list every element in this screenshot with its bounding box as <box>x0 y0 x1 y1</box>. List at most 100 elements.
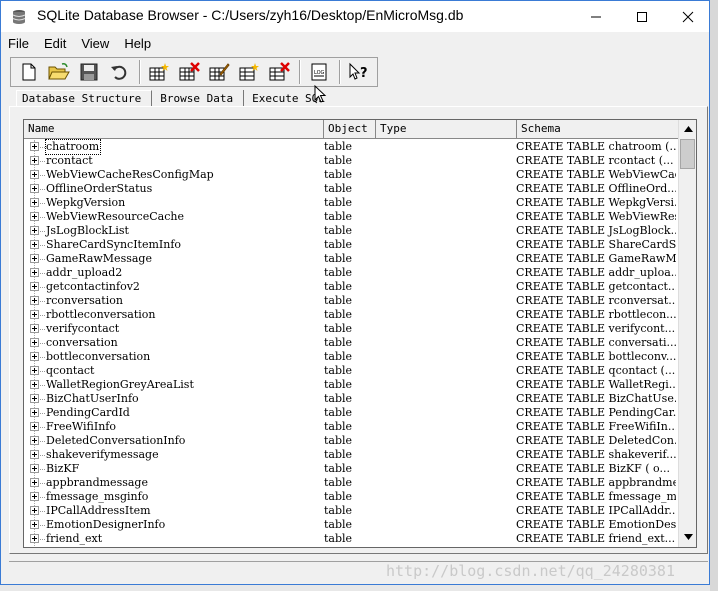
scrollbar-thumb[interactable] <box>680 139 695 169</box>
table-row[interactable]: friend_ext table CREATE TABLE friend_ext..… <box>24 532 679 546</box>
expand-plus-icon[interactable] <box>30 254 39 263</box>
expand-plus-icon[interactable] <box>30 422 39 431</box>
menu-view[interactable]: View <box>81 36 109 51</box>
table-row[interactable]: getcontactinfov2 table CREATE TABLE getcon… <box>24 280 679 294</box>
expand-plus-icon[interactable] <box>30 310 39 319</box>
cell-name: PendingCardId <box>46 406 130 419</box>
expand-plus-icon[interactable] <box>30 534 39 543</box>
cell-name: JsLogBlockList <box>46 224 129 237</box>
table-row[interactable]: WepkgVersion table CREATE TABLE WepkgVersi… <box>24 196 679 210</box>
expand-plus-icon[interactable] <box>30 408 39 417</box>
cell-schema: CREATE TABLE BizKF ( o... <box>516 462 670 475</box>
structure-tree-table[interactable]: Name Object Type Schema chatroom table CRE… <box>23 119 697 548</box>
expand-plus-icon[interactable] <box>30 268 39 277</box>
expand-plus-icon[interactable] <box>30 184 39 193</box>
table-row[interactable]: bottleconversation table CREATE TABLE bott… <box>24 350 679 364</box>
table-row[interactable]: BizChatUserInfo table CREATE TABLE BizChat… <box>24 392 679 406</box>
expand-plus-icon[interactable] <box>30 394 39 403</box>
column-header-name[interactable]: Name <box>24 120 324 139</box>
expand-plus-icon[interactable] <box>30 240 39 249</box>
expand-plus-icon[interactable] <box>30 296 39 305</box>
column-header-type[interactable]: Type <box>376 120 517 139</box>
expand-plus-icon[interactable] <box>30 464 39 473</box>
cell-schema: CREATE TABLE rbottlecon... <box>516 308 676 321</box>
table-row[interactable]: appbrandmessage table CREATE TABLE appbran… <box>24 476 679 490</box>
table-row[interactable]: conversation table CREATE TABLE conversati… <box>24 336 679 350</box>
expand-plus-icon[interactable] <box>30 156 39 165</box>
table-row[interactable]: WebViewCacheResConfigMap table CREATE TABL… <box>24 168 679 182</box>
table-row[interactable]: WalletRegionGreyAreaList table CREATE TABL… <box>24 378 679 392</box>
table-row[interactable]: rcontact table CREATE TABLE rcontact (... <box>24 154 679 168</box>
menu-help[interactable]: Help <box>124 36 151 51</box>
table-row[interactable]: verifycontact table CREATE TABLE verifycon… <box>24 322 679 336</box>
table-row[interactable]: addr_upload2 table CREATE TABLE addr_uploa… <box>24 266 679 280</box>
open-database-button[interactable] <box>45 59 73 85</box>
save-changes-button[interactable] <box>75 59 103 85</box>
table-row[interactable]: OfflineOrderStatus table CREATE TABLE Offl… <box>24 182 679 196</box>
delete-table-button[interactable] <box>175 59 203 85</box>
tab-database-structure[interactable]: Database Structure <box>16 90 153 107</box>
table-row[interactable]: rbottleconversation table CREATE TABLE rbo… <box>24 308 679 322</box>
table-row[interactable]: fmessage_msginfo table CREATE TABLE fmessa… <box>24 490 679 504</box>
table-row[interactable]: FreeWifiInfo table CREATE TABLE FreeWifiIn… <box>24 420 679 434</box>
expand-plus-icon[interactable] <box>30 282 39 291</box>
expand-plus-icon[interactable] <box>30 198 39 207</box>
tree-connector <box>40 175 45 176</box>
cell-object: table <box>324 308 353 321</box>
revert-changes-button[interactable] <box>105 59 133 85</box>
expand-plus-icon[interactable] <box>30 338 39 347</box>
table-row[interactable]: IPCallAddressItem table CREATE TABLE IPCal… <box>24 504 679 518</box>
table-row[interactable]: WebViewResourceCache table CREATE TABLE We… <box>24 210 679 224</box>
cell-name: IPCallAddressItem <box>46 504 151 517</box>
menu-file[interactable]: File <box>8 36 29 51</box>
cell-name: DeletedConversationInfo <box>46 434 186 447</box>
new-database-button[interactable] <box>15 59 43 85</box>
cell-schema: CREATE TABLE JsLogBlock... <box>516 224 676 237</box>
table-row[interactable]: qcontact table CREATE TABLE qcontact (... <box>24 364 679 378</box>
minimize-button[interactable] <box>573 1 619 32</box>
expand-plus-icon[interactable] <box>30 352 39 361</box>
expand-plus-icon[interactable] <box>30 520 39 529</box>
expand-plus-icon[interactable] <box>30 142 39 151</box>
expand-plus-icon[interactable] <box>30 478 39 487</box>
title-bar[interactable]: SQLite Database Browser - C:/Users/zyh16… <box>1 1 709 32</box>
scroll-down-arrow[interactable] <box>682 531 694 543</box>
table-row[interactable]: PendingCardId table CREATE TABLE PendingCa… <box>24 406 679 420</box>
create-index-button[interactable] <box>235 59 263 85</box>
expand-plus-icon[interactable] <box>30 450 39 459</box>
sql-log-button[interactable]: LOG <box>305 59 333 85</box>
scroll-up-arrow[interactable] <box>682 123 694 135</box>
table-row[interactable]: GameRawMessage table CREATE TABLE GameRawM… <box>24 252 679 266</box>
column-header-schema[interactable]: Schema <box>517 120 679 139</box>
vertical-scrollbar[interactable] <box>678 120 696 547</box>
modify-table-button[interactable] <box>205 59 233 85</box>
maximize-button[interactable] <box>619 1 665 32</box>
create-table-button[interactable] <box>145 59 173 85</box>
expand-plus-icon[interactable] <box>30 506 39 515</box>
table-row[interactable]: chatroom table CREATE TABLE chatroom (... <box>24 139 679 155</box>
cell-name: addr_upload2 <box>46 266 123 279</box>
table-row[interactable]: rconversation table CREATE TABLE rconversa… <box>24 294 679 308</box>
whats-this-button[interactable]: ? <box>345 59 373 85</box>
close-button[interactable] <box>665 1 711 32</box>
tab-browse-data[interactable]: Browse Data <box>152 90 245 107</box>
expand-plus-icon[interactable] <box>30 366 39 375</box>
expand-plus-icon[interactable] <box>30 212 39 221</box>
table-row[interactable]: shakeverifymessage table CREATE TABLE shak… <box>24 448 679 462</box>
delete-index-button[interactable] <box>265 59 293 85</box>
expand-plus-icon[interactable] <box>30 324 39 333</box>
table-row[interactable]: DeletedConversationInfo table CREATE TABLE… <box>24 434 679 448</box>
tree-connector <box>40 329 45 330</box>
column-header-object[interactable]: Object <box>324 120 376 139</box>
expand-plus-icon[interactable] <box>30 380 39 389</box>
menu-edit[interactable]: Edit <box>44 36 66 51</box>
table-row[interactable]: JsLogBlockList table CREATE TABLE JsLogBlo… <box>24 224 679 238</box>
table-row[interactable]: BizKF table CREATE TABLE BizKF ( o... <box>24 462 679 476</box>
table-row[interactable]: EmotionDesignerInfo table CREATE TABLE Emo… <box>24 518 679 532</box>
expand-plus-icon[interactable] <box>30 226 39 235</box>
expand-plus-icon[interactable] <box>30 436 39 445</box>
expand-plus-icon[interactable] <box>30 492 39 501</box>
table-row[interactable]: ShareCardSyncItemInfo table CREATE TABLE S… <box>24 238 679 252</box>
expand-plus-icon[interactable] <box>30 170 39 179</box>
modify-table-icon <box>209 63 230 81</box>
